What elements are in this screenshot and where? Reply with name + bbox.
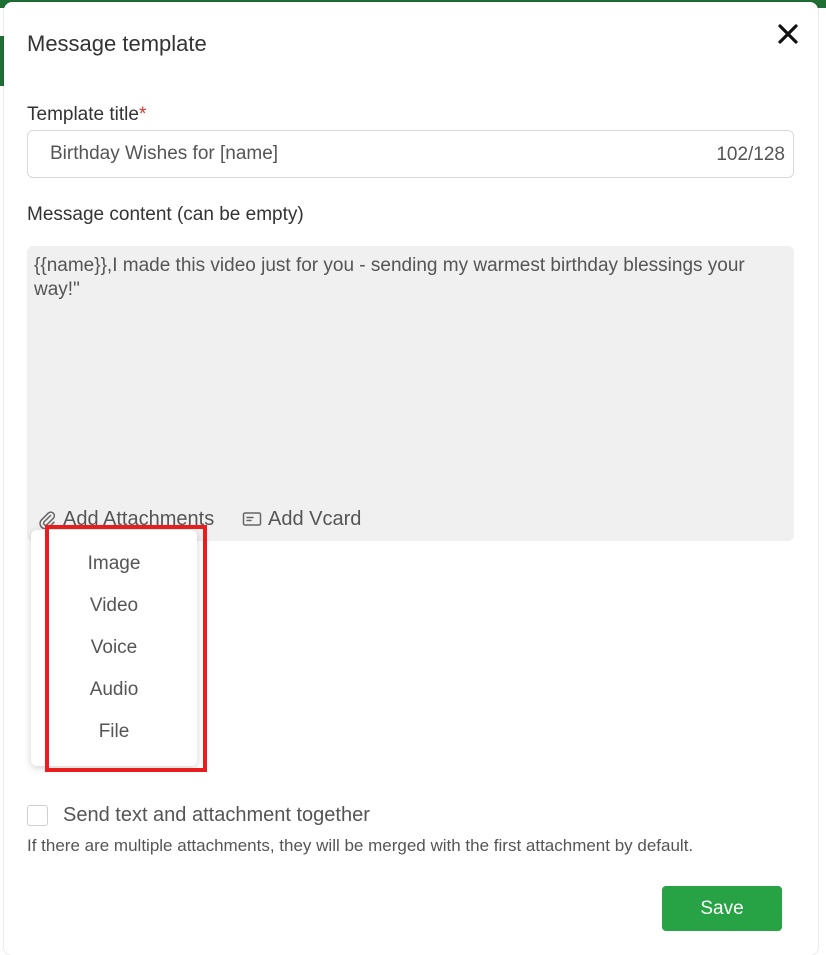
paperclip-icon — [39, 511, 56, 529]
add-vcard-label: Add Vcard — [268, 507, 362, 530]
menu-item-image[interactable]: Image — [31, 544, 197, 584]
send-together-label[interactable]: Send text and attachment together — [63, 804, 370, 827]
char-counter: 102/128 — [716, 144, 785, 165]
vcard-icon — [242, 512, 262, 526]
template-title-label: Template title* — [27, 104, 146, 126]
attachment-type-menu: Image Video Voice Audio File — [31, 530, 197, 766]
menu-item-audio[interactable]: Audio — [31, 670, 197, 710]
add-vcard-button[interactable]: Add Vcard — [242, 506, 361, 532]
template-title-field: 102/128 — [27, 130, 794, 178]
add-attachments-button[interactable]: Add Attachments — [37, 506, 214, 532]
send-together-checkbox[interactable] — [27, 805, 48, 826]
menu-item-video[interactable]: Video — [31, 586, 197, 626]
menu-item-voice[interactable]: Voice — [31, 628, 197, 668]
save-button[interactable]: Save — [662, 886, 782, 931]
dialog-title: Message template — [27, 31, 207, 56]
menu-item-file[interactable]: File — [31, 712, 197, 752]
message-template-dialog: Message template Template title* 102/128… — [4, 2, 818, 955]
template-title-label-text: Template title — [27, 104, 139, 125]
message-content-label: Message content (can be empty) — [27, 204, 304, 225]
close-button[interactable] — [774, 20, 802, 48]
message-content-area: {{name}},I made this video just for you … — [27, 246, 794, 541]
template-title-input[interactable] — [50, 141, 690, 167]
message-content-textarea[interactable]: {{name}},I made this video just for you … — [34, 254, 784, 494]
required-mark: * — [138, 104, 147, 125]
attachment-merge-hint: If there are multiple attachments, they … — [27, 836, 694, 855]
add-attachments-label: Add Attachments — [63, 507, 215, 530]
close-icon — [778, 24, 798, 44]
